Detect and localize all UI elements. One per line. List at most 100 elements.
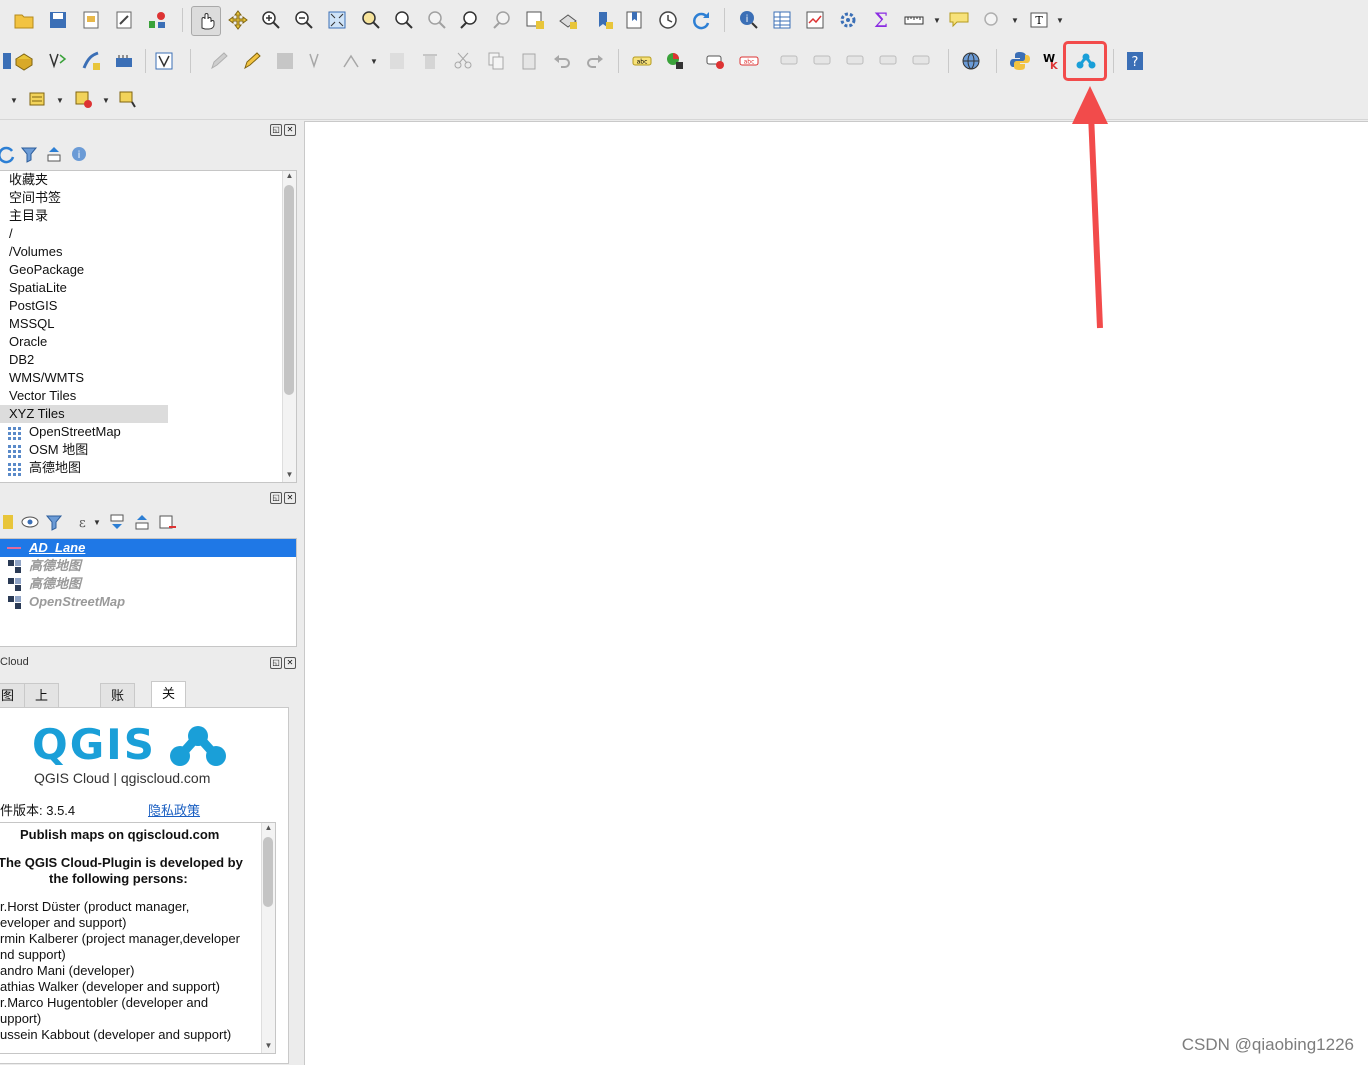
modify-attributes-icon[interactable] (383, 47, 411, 75)
save-layer-edits-icon[interactable] (271, 47, 299, 75)
browser-scrollbar[interactable]: ▲ ▼ (282, 171, 296, 482)
redo-icon[interactable] (581, 47, 609, 75)
scroll-down-arrow[interactable]: ▼ (283, 470, 296, 482)
select-expression-dropdown-icon[interactable]: ▼ (56, 96, 64, 105)
measure-dropdown-icon[interactable]: ▼ (933, 16, 941, 25)
layer-item[interactable]: AD_Lane (29, 539, 85, 557)
new-temporary-layer-icon[interactable] (110, 47, 138, 75)
deselect-features-icon[interactable] (70, 86, 98, 114)
new-bookmark-icon[interactable] (590, 6, 618, 34)
scroll-down-arrow[interactable]: ▼ (262, 1041, 275, 1053)
filter-browser-icon[interactable] (15, 140, 43, 168)
copy-features-icon[interactable] (482, 47, 510, 75)
browser-item[interactable]: 空间书签 (9, 189, 61, 207)
field-calculator-icon[interactable] (801, 6, 829, 34)
filter-by-expression-icon[interactable]: ε (66, 508, 94, 536)
label-properties-icon[interactable] (908, 47, 936, 75)
tab-account[interactable]: 账户 (100, 683, 136, 727)
zoom-to-selection-icon[interactable] (356, 6, 384, 34)
diagram-tool-icon[interactable] (661, 47, 689, 75)
vertex-tool-icon[interactable] (337, 47, 365, 75)
layer-item[interactable]: 高德地图 (29, 557, 81, 575)
vertex-tool-dropdown-icon[interactable]: ▼ (370, 57, 378, 66)
style-manager-icon[interactable] (143, 6, 171, 34)
zoom-in-icon[interactable] (257, 6, 285, 34)
new-spatialite-layer-icon[interactable] (77, 47, 105, 75)
new-map-view-icon[interactable] (521, 6, 549, 34)
browser-item[interactable]: SpatiaLite (9, 279, 67, 297)
collapse-all-icon[interactable] (40, 140, 68, 168)
remove-layer-icon[interactable] (153, 508, 181, 536)
help-icon[interactable]: ? (1121, 47, 1149, 75)
processing-toolbox-icon[interactable] (834, 6, 862, 34)
browser-item[interactable]: DB2 (9, 351, 34, 369)
change-label-icon[interactable] (875, 47, 903, 75)
move-label-icon[interactable] (809, 47, 837, 75)
browser-item[interactable]: PostGIS (9, 297, 57, 315)
identify-features-icon[interactable]: i (735, 6, 763, 34)
privacy-policy-link[interactable]: 隐私政策 (148, 800, 200, 819)
close-panel-icon[interactable]: ✕ (284, 124, 296, 136)
scroll-up-arrow[interactable]: ▲ (283, 171, 296, 183)
zoom-native-icon[interactable] (422, 6, 450, 34)
layer-item[interactable]: 高德地图 (29, 575, 81, 593)
new-geopackage-layer-icon[interactable] (10, 47, 38, 75)
metasearch-icon[interactable] (957, 47, 985, 75)
new-3d-view-icon[interactable] (554, 6, 582, 34)
select-dropdown-icon[interactable]: ▼ (10, 96, 18, 105)
browser-item[interactable]: GeoPackage (9, 261, 84, 279)
float-panel-icon[interactable]: ◱ (270, 124, 282, 136)
toggle-editing-icon[interactable] (238, 47, 266, 75)
filter-legend-icon[interactable] (40, 508, 68, 536)
python-console-icon[interactable] (1006, 47, 1034, 75)
attribute-table-icon[interactable] (768, 6, 796, 34)
layers-tree[interactable]: AD_Lane 高德地图 高德地图 OpenStreetMap (0, 538, 297, 647)
browser-xyz-child[interactable]: OpenStreetMap (29, 423, 121, 441)
layout-manager-icon[interactable] (110, 6, 138, 34)
measure-line-icon[interactable] (900, 6, 928, 34)
browser-xyz-child[interactable]: 高德地图 (29, 459, 81, 477)
zoom-full-icon[interactable] (323, 6, 351, 34)
show-hide-labels-icon[interactable] (776, 47, 804, 75)
browser-item[interactable]: WMS/WMTS (9, 369, 84, 387)
new-print-layout-icon[interactable] (77, 6, 105, 34)
browser-item[interactable]: MSSQL (9, 315, 55, 333)
browser-item[interactable]: 主目录 (9, 207, 48, 225)
expand-all-icon[interactable] (103, 508, 131, 536)
paste-features-icon[interactable] (515, 47, 543, 75)
select-by-expression-icon[interactable] (24, 86, 52, 114)
new-shapefile-layer-icon[interactable] (44, 47, 72, 75)
zoom-next-icon[interactable] (488, 6, 516, 34)
current-edits-icon[interactable] (205, 47, 233, 75)
refresh-icon[interactable] (687, 6, 715, 34)
tab-map[interactable]: 图 (0, 683, 26, 708)
browser-item[interactable]: /Volumes (9, 243, 62, 261)
zoom-out-icon[interactable] (290, 6, 318, 34)
scroll-up-arrow[interactable]: ▲ (262, 823, 275, 835)
show-bookmarks-icon[interactable] (620, 6, 648, 34)
filter-expression-dropdown-icon[interactable]: ▼ (93, 518, 101, 527)
close-panel-icon[interactable]: ✕ (284, 657, 296, 669)
pin-labels-icon[interactable]: abc (735, 47, 763, 75)
close-panel-icon[interactable]: ✕ (284, 492, 296, 504)
tab-upload-data[interactable]: 上传数据 (24, 683, 60, 775)
browser-item[interactable]: Oracle (9, 333, 47, 351)
float-panel-icon[interactable]: ◱ (270, 657, 282, 669)
browser-item[interactable]: 收藏夹 (9, 171, 48, 189)
temporal-controller-icon[interactable] (654, 6, 682, 34)
browser-item[interactable]: / (9, 225, 13, 243)
undo-icon[interactable] (548, 47, 576, 75)
quickwkt-icon[interactable]: WK (1036, 47, 1064, 75)
browser-xyz-child[interactable]: OSM 地图 (29, 441, 88, 459)
annotation-dropdown-icon[interactable]: ▼ (1056, 16, 1064, 25)
scroll-thumb[interactable] (263, 837, 273, 907)
pan-map-icon[interactable] (191, 6, 221, 36)
rotate-label-icon[interactable] (842, 47, 870, 75)
select-by-location-icon[interactable] (114, 86, 142, 114)
properties-icon[interactable]: i (65, 140, 93, 168)
float-panel-icon[interactable]: ◱ (270, 492, 282, 504)
credits-scrollbar[interactable]: ▲ ▼ (261, 823, 275, 1053)
statistical-summary-icon[interactable]: Σ (867, 6, 895, 34)
tab-about[interactable]: 关于 (151, 681, 187, 725)
save-project-icon[interactable] (44, 6, 72, 34)
